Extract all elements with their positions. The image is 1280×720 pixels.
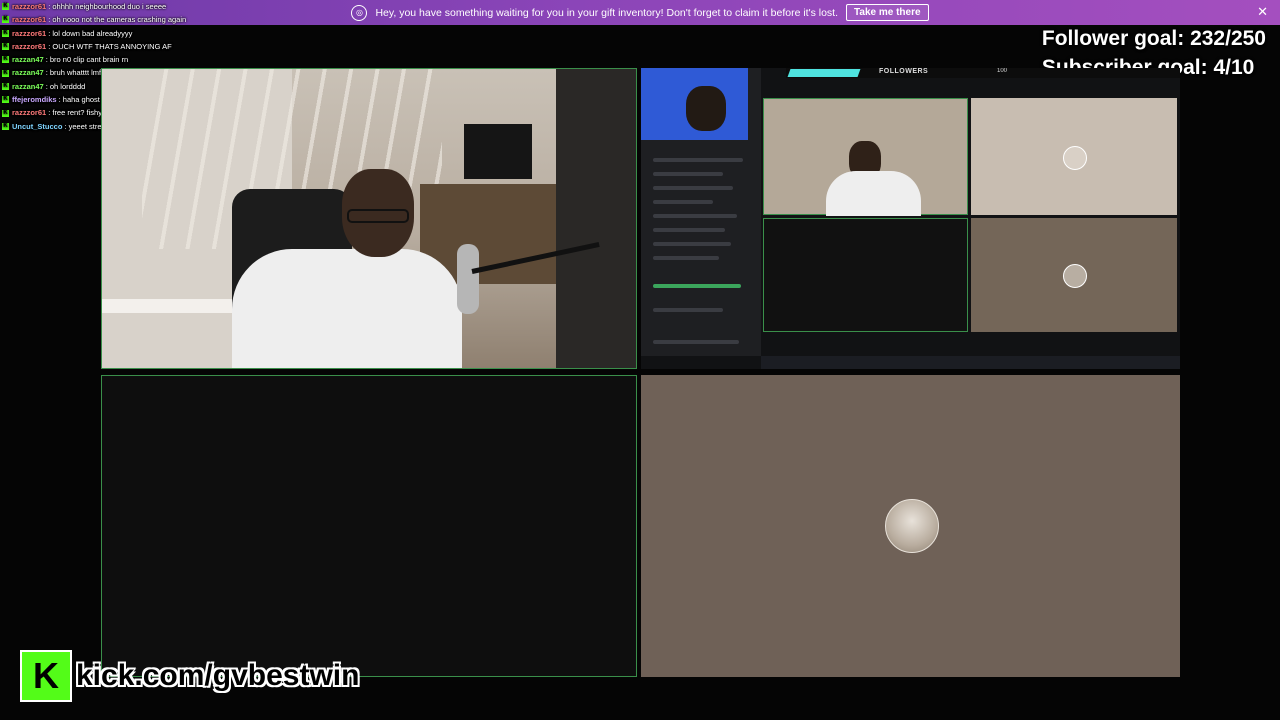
chat-message: Krazzzor61: OUCH WTF THATS ANNOYING AF [2,40,242,53]
video-tile-avatar [971,98,1177,215]
follower-goal: Follower goal: 232/250 [1041,27,1266,50]
channel-item [653,172,723,176]
chat-username: razzzor61 [12,15,47,25]
streamer-glasses [347,209,409,223]
channel-item [653,186,733,190]
windows-taskbar [761,356,1180,369]
chat-username: razzzor61 [12,108,47,118]
microphone-icon [457,244,479,314]
chat-username: Uncut_Stucco [12,121,63,131]
kick-badge-icon: K [2,43,9,51]
screen-share-capture: FOLLOWERS 100 [641,68,1180,369]
chat-text: : lol down bad alreadyyyy [48,28,133,38]
room-table [102,299,252,313]
chat-username: razzan47 [12,68,44,78]
channel-item [653,214,737,218]
room-doorway [556,69,636,368]
video-tile-streamer [763,98,968,216]
kick-logo-icon: K [20,650,72,702]
streamer-hoodie [232,249,462,368]
user-avatar-icon [1063,146,1087,170]
kick-badge-icon: K [2,96,9,104]
chat-message: Krazzzor61: oh nooo not the cameras cras… [2,13,242,26]
kick-badge-icon: K [2,56,9,64]
kick-badge-icon: K [2,109,9,117]
chat-text: : bruh whatttt lmfao [45,68,110,78]
tile-person-body [826,171,921,216]
chat-text: : oh nooo not the cameras crashing again [48,15,187,25]
channel-item [653,256,719,260]
guest-avatar-camera [641,375,1180,677]
chat-username: razzzor61 [12,2,47,11]
discord-sidebar [641,68,761,356]
goal-bar-label: FOLLOWERS [879,68,929,75]
chat-text: : OUCH WTF THATS ANNOYING AF [48,41,172,51]
chat-message: Krazzzor61: ohhhh neighbourhood duo i se… [2,0,242,13]
kick-badge-icon: K [2,82,9,90]
streamer-webcam [101,68,637,369]
chat-username: razzan47 [12,81,44,91]
channel-item [653,242,731,246]
chat-message: Krazzan47: bro n0 clip cant brain rn [2,53,242,66]
goal-bar-value: 100 [997,68,1008,74]
channel-item [653,228,725,232]
guest-avatar-icon [885,499,939,553]
chat-text: : oh lordddd [45,81,86,91]
goal-bar-fill [787,69,861,77]
kick-badge-icon: K [2,122,9,130]
kick-badge-icon: K [2,29,9,37]
user-avatar-icon [1063,264,1087,288]
channel-item [653,200,713,204]
user-panel [653,340,739,344]
user-panel [653,308,723,312]
channel-item [653,158,743,162]
chat-text: : bro n0 clip cant brain rn [45,55,129,65]
chat-username: ffejeromdiks [12,95,57,105]
video-tile-empty [763,218,968,332]
kick-badge-icon: K [2,16,9,24]
room-tv [464,124,532,179]
video-tile-avatar [971,218,1177,332]
preview-person [686,86,726,131]
chat-text: : ohhhh neighbourhood duo i seeee [48,2,167,11]
channel-url: kick.com/gvbestwin [75,658,360,693]
take-me-there-button[interactable]: Take me there [846,4,929,21]
chat-message: Krazzzor61: lol down bad alreadyyyy [2,27,242,40]
chat-username: razzan47 [12,55,44,65]
chat-username: razzzor61 [12,28,47,38]
chat-username: razzzor61 [12,41,47,51]
voice-connected-bar [653,284,741,288]
close-icon[interactable]: ✕ [1257,5,1268,18]
gift-icon: ◎ [351,4,368,21]
kick-badge-icon: K [2,69,9,77]
kick-branding: K kick.com/gvbestwin [20,650,360,702]
stream-preview-thumbnail [641,68,748,140]
banner-message: Hey, you have something waiting for you … [375,6,839,19]
empty-camera-slot [101,375,637,677]
kick-badge-icon: K [2,3,9,11]
